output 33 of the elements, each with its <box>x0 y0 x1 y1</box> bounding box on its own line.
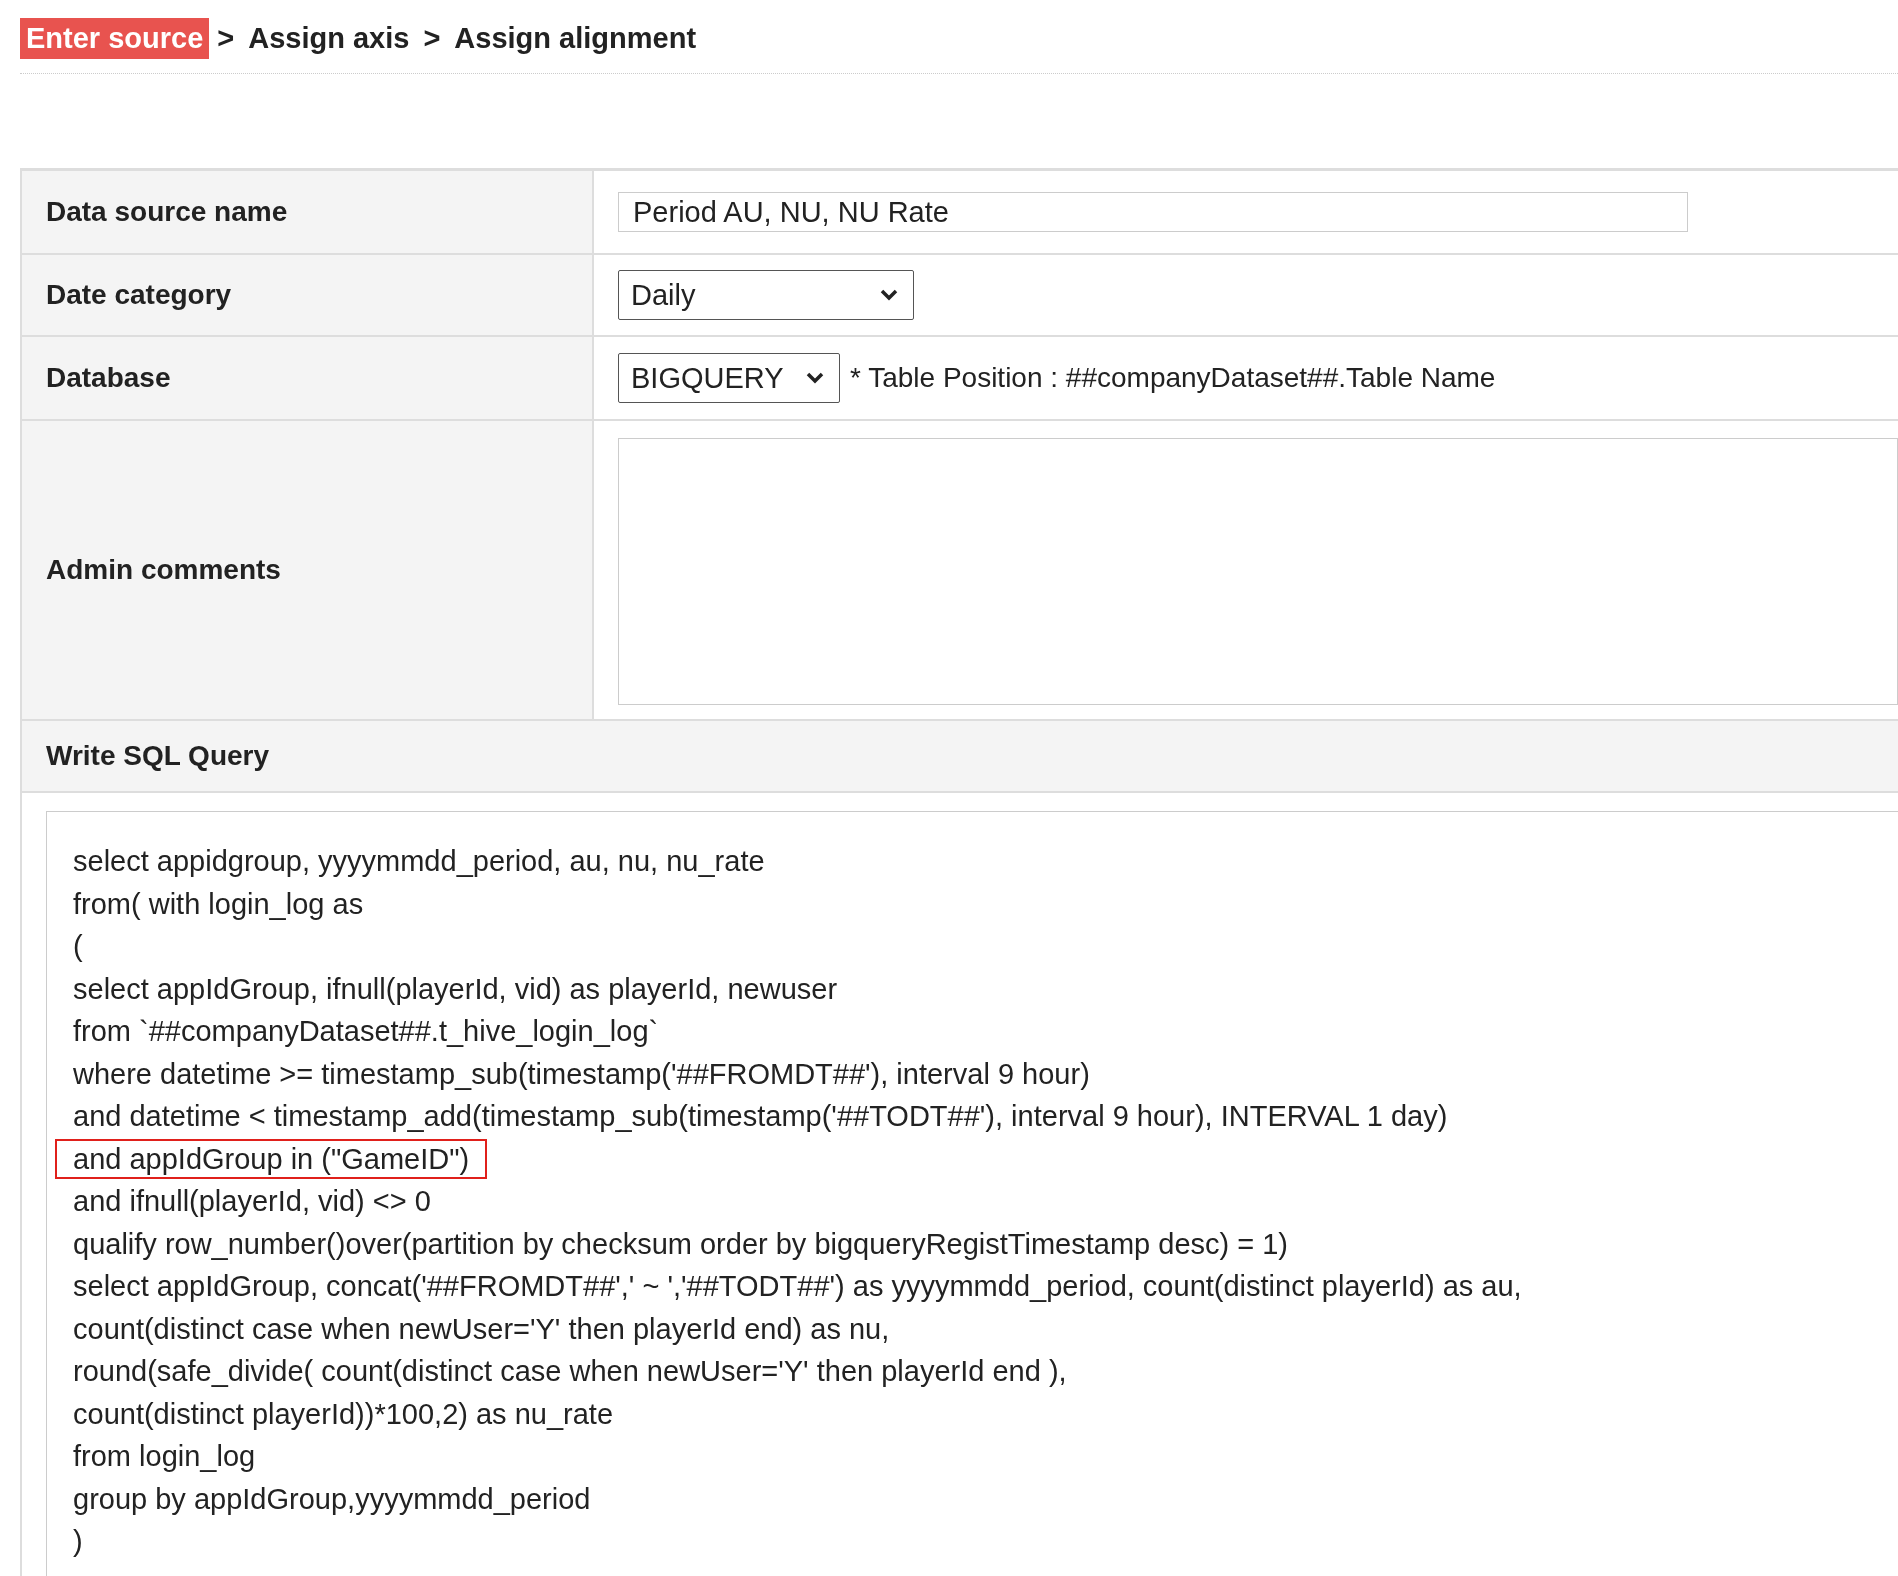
sql-line: and datetime < timestamp_add(timestamp_sub(timestamp('##TODT##'), interval 9 hour), INTERVAL 1 day) <box>72 1099 1449 1135</box>
sql-query-editor[interactable] <box>46 811 1898 1576</box>
sql-line: count(distinct playerId))*100,2) as nu_rate <box>72 1396 614 1432</box>
sql-line: group by appIdGroup,yyyymmdd_period <box>72 1481 592 1517</box>
table-position-note: * Table Position : ##companyDataset##.Table Name <box>850 362 1496 394</box>
sql-line: from `##companyDataset##.t_hive_login_log` <box>72 1014 660 1050</box>
select-dropdown[interactable]: Daily <box>618 270 914 320</box>
sql-line: round(safe_divide( count(distinct case when newUser='Y' then playerId end ), <box>72 1354 1068 1390</box>
sql-line: from login_log <box>72 1439 257 1475</box>
chevron-down-icon <box>879 288 899 302</box>
text-field[interactable]: Period AU, NU, NU Rate <box>618 192 1688 232</box>
section-label: Write SQL Query <box>22 721 1898 793</box>
sql-line: select appIdGroup, ifnull(playerId, vid) as playerId, newuser <box>72 971 839 1007</box>
field-label: Date category <box>22 255 594 337</box>
sql-line: count(distinct case when newUser='Y' then playerId end) as nu, <box>72 1311 891 1347</box>
sql-line: qualify row_number()over(partition by checksum order by bigqueryRegistTimestamp desc) = 1) <box>72 1226 1289 1262</box>
sql-line: where datetime >= timestamp_sub(timestamp('##FROMDT##'), interval 9 hour) <box>72 1056 1091 1092</box>
sql-line: and ifnull(playerId, vid) <> 0 <box>72 1184 432 1220</box>
sql-line: ) <box>72 1524 84 1560</box>
sql-line: select appidgroup, yyyymmdd_period, au, nu, nu_rate <box>72 844 766 880</box>
chevron-down-icon <box>805 371 825 385</box>
breadcrumb-separator: > <box>217 22 235 55</box>
field-label: Data source name <box>22 171 594 255</box>
breadcrumb-step[interactable]: Assign axis <box>242 18 416 59</box>
select-dropdown[interactable]: BIGQUERY <box>618 353 840 403</box>
field-label: Admin comments <box>22 421 594 721</box>
sql-line: from( with login_log as <box>72 886 365 922</box>
sql-line: select appIdGroup, concat('##FROMDT##',' ~ ','##TODT##') as yyyymmdd_period, count(distinct playerId) as au, <box>72 1269 1523 1305</box>
breadcrumb-step[interactable]: Enter source <box>20 18 210 59</box>
field-label: Database <box>22 337 594 421</box>
sql-line: ( <box>72 929 84 965</box>
breadcrumb-step[interactable]: Assign alignment <box>448 18 703 59</box>
breadcrumb-separator: > <box>423 22 441 55</box>
